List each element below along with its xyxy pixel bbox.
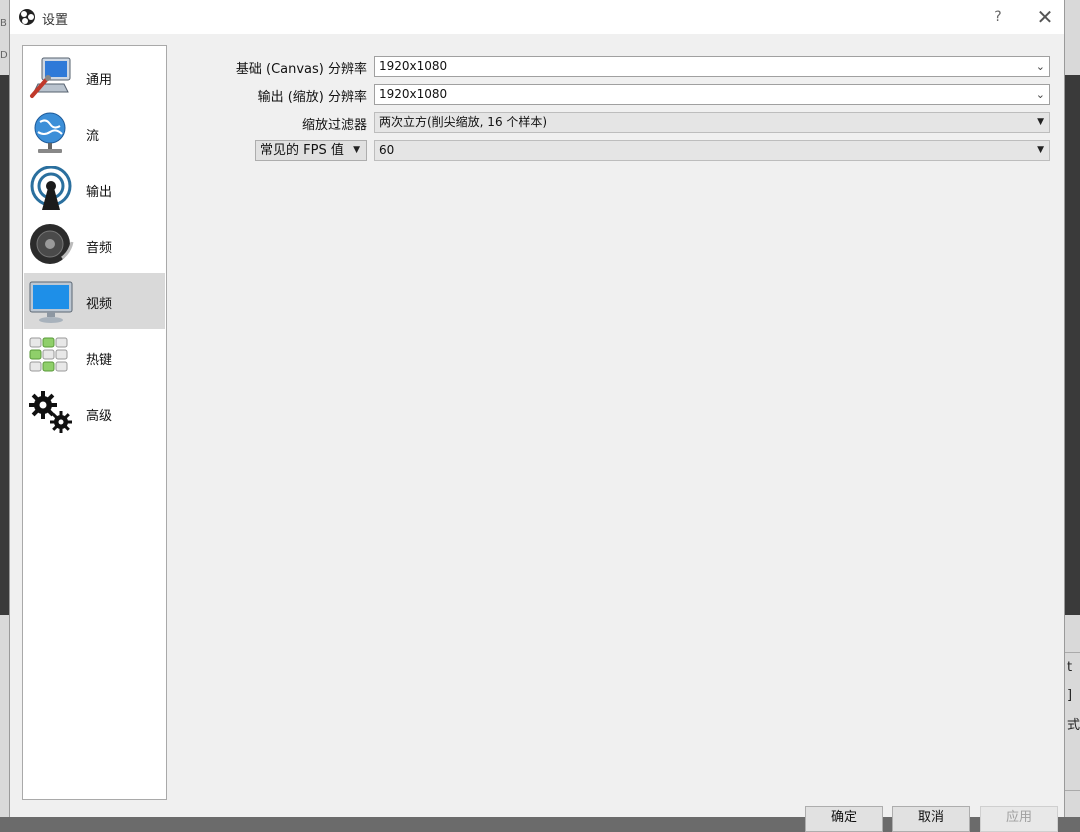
sidebar-item-label: 热键 xyxy=(86,353,113,368)
ok-button[interactable]: 确定 xyxy=(805,806,883,832)
sidebar-item-advanced[interactable]: 高级 xyxy=(24,385,165,441)
general-computer-icon xyxy=(30,57,71,98)
sidebar-item-audio[interactable]: 音频 xyxy=(24,217,165,273)
chevron-down-icon: ⌄ xyxy=(1035,60,1045,73)
fps-value: 60 xyxy=(379,143,395,157)
sidebar-item-video[interactable]: 视频 xyxy=(24,273,165,329)
fps-type-label: 常见的 FPS 值 xyxy=(260,143,344,158)
cancel-button[interactable]: 取消 xyxy=(892,806,970,832)
settings-sidebar: 通用 流 输出 音频 视频 热键 高级 xyxy=(22,45,167,800)
window-title: 设置 xyxy=(42,13,69,28)
background-preview xyxy=(1065,75,1080,615)
output-resolution-value: 1920x1080 xyxy=(379,87,448,101)
background-divider xyxy=(1065,790,1080,791)
background-glyph: B xyxy=(0,18,7,29)
sidebar-item-label: 高级 xyxy=(86,409,113,424)
background-divider xyxy=(1065,652,1080,653)
background-glyph: ] xyxy=(1067,688,1073,703)
base-resolution-label: 基础 (Canvas) 分辨率 xyxy=(235,62,367,77)
sidebar-item-stream[interactable]: 流 xyxy=(24,105,165,161)
advanced-gears-icon xyxy=(29,391,72,433)
background-glyph: t xyxy=(1067,660,1073,675)
background-preview xyxy=(0,75,9,615)
close-button[interactable]: ✕ xyxy=(1033,5,1057,29)
background-window-left: B D xyxy=(0,0,9,817)
stream-globe-icon xyxy=(34,112,66,153)
settings-dialog: 设置 ? ✕ 通用 流 输出 音频 视频 热键 高级 基础 (Canvas) 分… xyxy=(9,0,1065,832)
fps-value-dropdown[interactable]: 60 ▼ xyxy=(374,140,1050,161)
base-resolution-combobox[interactable]: 1920x1080 ⌄ xyxy=(374,56,1050,77)
sidebar-item-label: 音频 xyxy=(86,241,113,256)
obs-logo-icon xyxy=(19,9,35,25)
base-resolution-value: 1920x1080 xyxy=(379,59,448,73)
dropdown-triangle-icon: ▼ xyxy=(353,145,360,155)
downscale-filter-value: 两次立方(削尖缩放, 16 个样本) xyxy=(379,115,548,129)
sidebar-item-label: 视频 xyxy=(86,297,113,312)
help-button[interactable]: ? xyxy=(987,6,1009,28)
output-resolution-combobox[interactable]: 1920x1080 ⌄ xyxy=(374,84,1050,105)
sidebar-item-general[interactable]: 通用 xyxy=(24,49,165,105)
output-resolution-label: 输出 (缩放) 分辨率 xyxy=(257,90,367,105)
sidebar-item-label: 输出 xyxy=(86,185,113,200)
chevron-down-icon: ⌄ xyxy=(1035,88,1045,101)
downscale-filter-dropdown[interactable]: 两次立方(削尖缩放, 16 个样本) ▼ xyxy=(374,112,1050,133)
video-monitor-icon xyxy=(29,281,73,323)
audio-speaker-icon xyxy=(30,224,74,264)
dropdown-triangle-icon: ▼ xyxy=(1037,117,1044,127)
downscale-filter-label: 缩放过滤器 xyxy=(301,118,367,133)
output-broadcast-icon xyxy=(30,166,72,210)
dropdown-triangle-icon: ▼ xyxy=(1037,145,1044,155)
background-glyph: D xyxy=(0,50,8,61)
hotkeys-keyboard-icon xyxy=(29,337,68,372)
sidebar-item-hotkeys[interactable]: 热键 xyxy=(24,329,165,385)
sidebar-item-output[interactable]: 输出 xyxy=(24,161,165,217)
sidebar-item-label: 通用 xyxy=(86,73,113,88)
fps-type-dropdown[interactable]: 常见的 FPS 值 ▼ xyxy=(255,140,367,161)
background-glyph: 式 xyxy=(1067,718,1080,733)
sidebar-item-label: 流 xyxy=(86,129,100,144)
title-bar[interactable]: 设置 ? ✕ xyxy=(10,0,1064,34)
background-window-right: t ] 式 xyxy=(1065,0,1080,817)
apply-button[interactable]: 应用 xyxy=(980,806,1058,832)
